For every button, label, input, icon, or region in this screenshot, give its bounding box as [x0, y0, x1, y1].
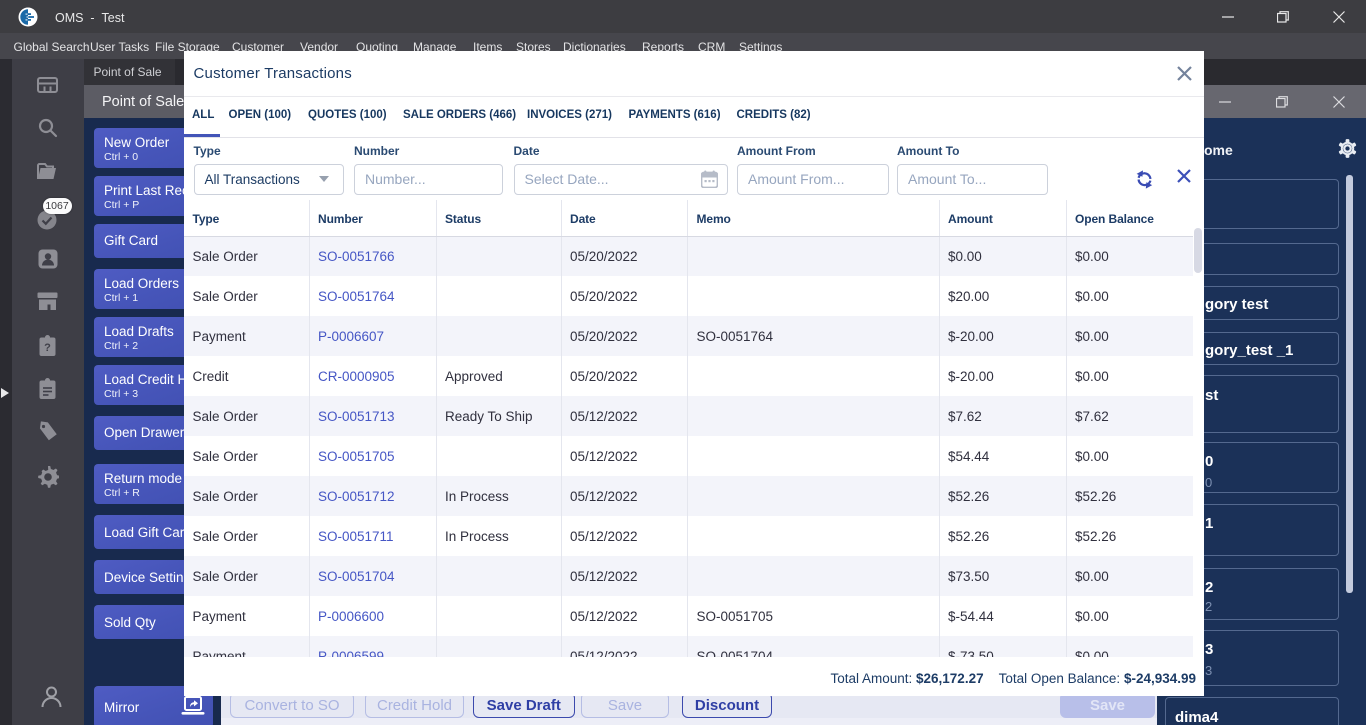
svg-text:?: ?: [44, 342, 51, 354]
